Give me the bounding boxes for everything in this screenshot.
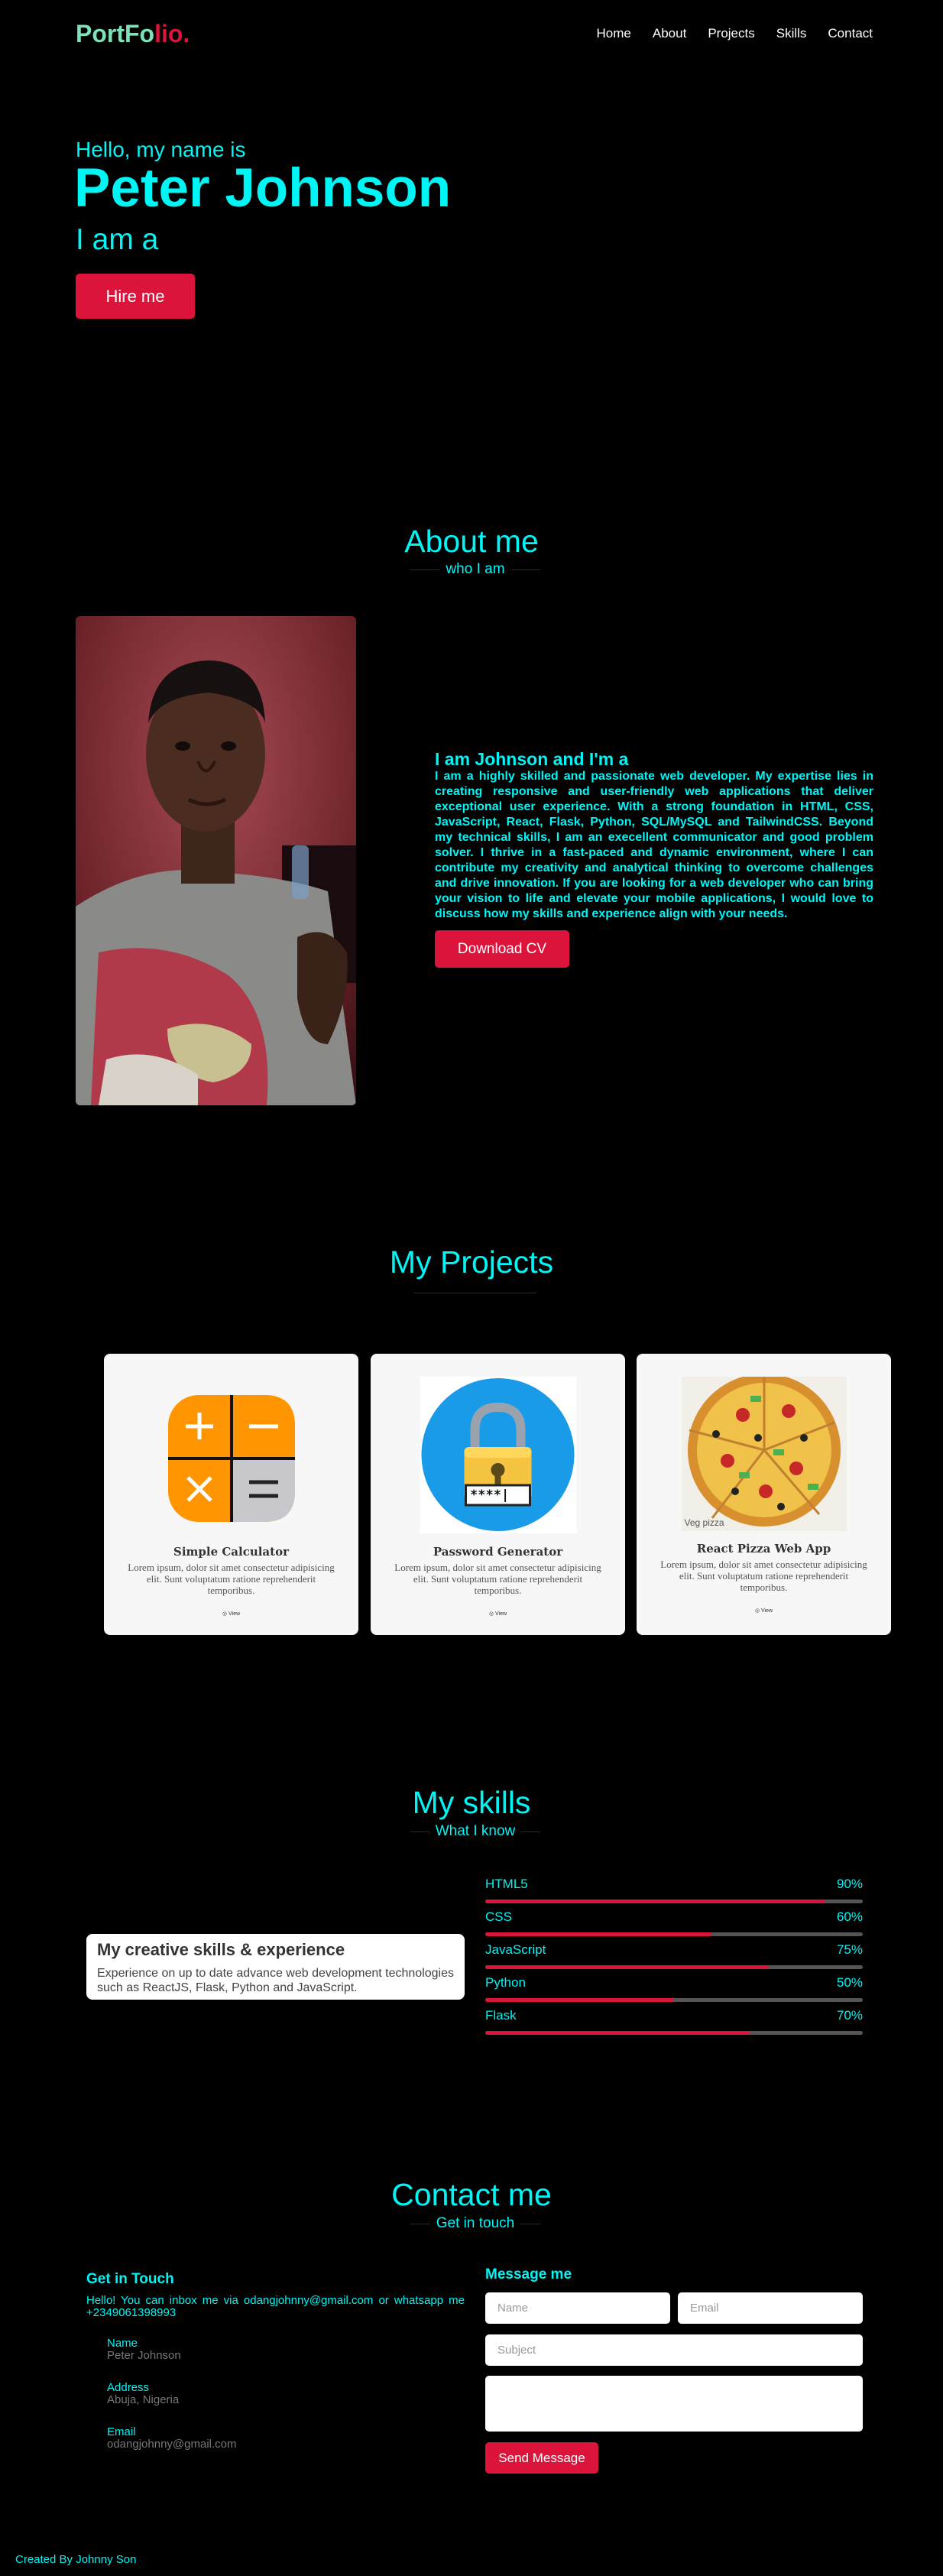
project-title: React Pizza Web App [696, 1542, 831, 1556]
project-card-calculator[interactable]: Simple Calculator Lorem ipsum, dolor sit… [104, 1354, 358, 1635]
project-view-link[interactable]: ◎ View [104, 1611, 358, 1617]
nav-link-about[interactable]: About [653, 26, 686, 41]
skill-bar [485, 1965, 863, 1969]
view-link-label: View [228, 1611, 241, 1617]
project-view-link[interactable]: ◎ View [371, 1611, 625, 1617]
skill-bar [485, 1900, 863, 1903]
skill-name: CSS [485, 1909, 512, 1924]
get-in-touch-text: Hello! You can inbox me via odangjohnny@… [86, 2294, 465, 2319]
project-description: Lorem ipsum, dolor sit amet consectetur … [394, 1562, 601, 1596]
skill-percent: 90% [836, 1877, 863, 1891]
skill-bar-fill [485, 1965, 769, 1969]
contact-title: Contact me [391, 2177, 552, 2212]
github-icon: ◎ [488, 1611, 494, 1617]
nav-link-home[interactable]: Home [597, 26, 631, 41]
skill-name: Python [485, 1975, 526, 1990]
about-title: About me [404, 524, 539, 559]
skill-bar-fill [485, 2031, 750, 2035]
contact-email-value: odangjohnny@gmail.com [107, 2438, 237, 2451]
github-icon: ◎ [754, 1608, 760, 1614]
main-nav: Home About Projects Skills Contact [597, 26, 873, 41]
contact-name-label: Name [107, 2337, 138, 2350]
project-card-password[interactable]: ****| Password Generator Lorem ipsum, do… [371, 1354, 625, 1635]
get-in-touch-heading: Get in Touch [86, 2271, 174, 2287]
skills-subtitle-wrap: What I know [410, 1823, 540, 1840]
contact-subtitle: Get in touch [429, 2215, 521, 2232]
project-description: Lorem ipsum, dolor sit amet consectetur … [128, 1562, 335, 1596]
skill-bar-fill [485, 1900, 825, 1903]
skills-card-title: My creative skills & experience [97, 1940, 345, 1959]
padlock-icon: ****| [420, 1377, 576, 1533]
contact-address-label: Address [107, 2381, 150, 2394]
logo-text-accent: lio. [154, 20, 190, 47]
contact-address-value: Abuja, Nigeria [107, 2393, 180, 2406]
skill-row-html5: HTML5 90% [485, 1877, 863, 1904]
skill-row-flask: Flask 70% [485, 2008, 863, 2036]
project-title: Password Generator [433, 1545, 563, 1559]
skill-name: Flask [485, 2008, 517, 2023]
portrait-image [76, 616, 356, 1105]
pizza-image-caption: Veg pizza [684, 1517, 724, 1528]
project-card-pizza[interactable]: Veg pizza React Pizza Web App Lorem ipsu… [637, 1354, 891, 1635]
skill-row-css: CSS 60% [485, 1909, 863, 1937]
skills-title: My skills [412, 1785, 531, 1820]
about-heading: I am Johnson and I'm a [435, 749, 629, 769]
skill-name: HTML5 [485, 1877, 528, 1891]
skill-bar [485, 2031, 863, 2035]
profile-photo [76, 616, 356, 1105]
logo-text-main: PortFo [76, 20, 155, 47]
pizza-icon: Veg pizza [681, 1374, 847, 1531]
subject-input[interactable] [485, 2334, 863, 2366]
download-cv-button[interactable]: Download CV [435, 930, 569, 968]
hero-subtitle: I am a [76, 223, 159, 256]
view-link-label: View [495, 1611, 507, 1617]
email-input[interactable] [678, 2292, 863, 2324]
github-icon: ◎ [222, 1611, 228, 1617]
projects-title: My Projects [389, 1244, 554, 1280]
project-title: Simple Calculator [173, 1545, 289, 1559]
skill-bar-fill [485, 1998, 674, 2002]
hero-name: Peter Johnson [74, 158, 452, 219]
footer-credit: Created By Johnny Son [15, 2553, 137, 2566]
project-description: Lorem ipsum, dolor sit amet consectetur … [660, 1559, 867, 1593]
calculator-icon [167, 1393, 297, 1523]
skill-percent: 60% [836, 1909, 863, 1924]
name-input[interactable] [485, 2292, 670, 2324]
hire-me-button[interactable]: Hire me [76, 274, 195, 319]
about-subtitle: who I am [439, 561, 511, 578]
contact-email-label: Email [107, 2425, 136, 2438]
skill-percent: 75% [836, 1942, 863, 1957]
password-mask-text: ****| [470, 1488, 510, 1503]
skills-subtitle: What I know [429, 1823, 522, 1840]
message-textarea[interactable] [485, 2376, 863, 2432]
contact-name-value: Peter Johnson [107, 2349, 181, 2362]
skills-card-text: Experience on up to date advance web dev… [97, 1967, 454, 1994]
project-view-link[interactable]: ◎ View [637, 1608, 891, 1614]
skill-row-python: Python 50% [485, 1975, 863, 2003]
skill-bar [485, 1932, 863, 1936]
view-link-label: View [761, 1608, 773, 1614]
skill-percent: 50% [836, 1975, 863, 1990]
skill-bar-fill [485, 1932, 712, 1936]
about-text: I am a highly skilled and passionate web… [435, 770, 873, 920]
about-subtitle-wrap: who I am [410, 561, 540, 578]
nav-link-projects[interactable]: Projects [708, 26, 754, 41]
send-message-button[interactable]: Send Message [485, 2442, 598, 2474]
skills-summary-card: My creative skills & experience Experien… [86, 1934, 465, 2000]
logo[interactable]: PortFolio. [76, 20, 190, 48]
contact-subtitle-wrap: Get in touch [410, 2215, 540, 2232]
message-me-heading: Message me [485, 2266, 572, 2282]
skill-row-javascript: JavaScript 75% [485, 1942, 863, 1970]
skill-name: JavaScript [485, 1942, 546, 1957]
nav-link-skills[interactable]: Skills [776, 26, 807, 41]
nav-link-contact[interactable]: Contact [828, 26, 873, 41]
skill-percent: 70% [836, 2008, 863, 2023]
skill-bar [485, 1998, 863, 2002]
